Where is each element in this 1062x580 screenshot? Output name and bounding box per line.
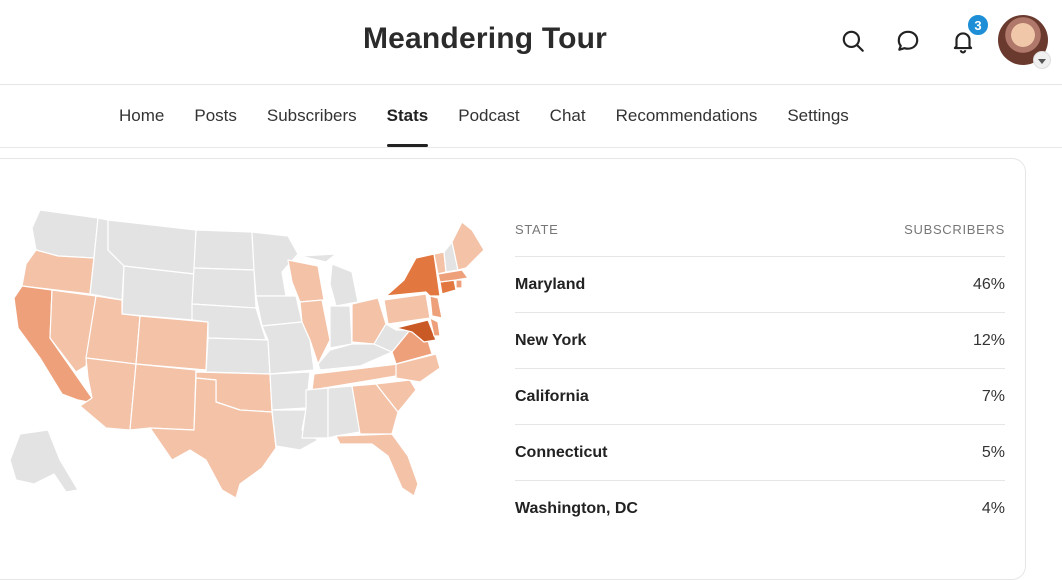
tab-chat[interactable]: Chat: [550, 85, 586, 147]
state-column-header: STATE: [515, 222, 559, 237]
subscribers-by-state-table: STATE SUBSCRIBERS Maryland 46% New York …: [515, 210, 1005, 536]
state-name: New York: [515, 331, 587, 349]
state-indiana[interactable]: [329, 305, 353, 349]
table-row[interactable]: California 7%: [515, 368, 1005, 424]
state-washington[interactable]: [31, 209, 99, 259]
table-row[interactable]: Connecticut 5%: [515, 424, 1005, 480]
subscriber-percentage: 46%: [972, 275, 1005, 293]
state-name: California: [515, 387, 589, 405]
tab-podcast[interactable]: Podcast: [458, 85, 519, 147]
publication-title[interactable]: Meandering Tour: [0, 22, 970, 56]
state-name: Maryland: [515, 275, 586, 293]
subscribers-column-header: SUBSCRIBERS: [904, 222, 1005, 237]
section-nav: Home Posts Subscribers Stats Podcast Cha…: [0, 85, 1062, 148]
subscriber-percentage: 12%: [972, 331, 1005, 349]
notification-badge: 3: [966, 13, 990, 37]
chat-button[interactable]: [893, 26, 923, 56]
state-rhode-island[interactable]: [455, 279, 463, 289]
us-subscriber-map: [9, 209, 485, 499]
state-florida[interactable]: [335, 433, 419, 497]
state-wyoming[interactable]: [121, 265, 195, 321]
state-maine[interactable]: [451, 221, 485, 271]
subscriber-percentage: 7%: [981, 387, 1005, 405]
table-row[interactable]: Maryland 46%: [515, 256, 1005, 312]
subscriber-percentage: 4%: [981, 499, 1005, 517]
search-icon: [842, 30, 864, 52]
table-row[interactable]: New York 12%: [515, 312, 1005, 368]
tab-home[interactable]: Home: [119, 85, 164, 147]
state-name: Washington, DC: [515, 499, 638, 517]
tab-stats[interactable]: Stats: [386, 85, 428, 147]
state-pennsylvania[interactable]: [383, 293, 431, 325]
state-alaska[interactable]: [9, 429, 79, 493]
state-new-york[interactable]: [385, 253, 441, 297]
state-new-mexico[interactable]: [129, 363, 197, 431]
tab-recommendations[interactable]: Recommendations: [616, 85, 758, 147]
state-name: Connecticut: [515, 443, 608, 461]
table-row[interactable]: Washington, DC 4%: [515, 480, 1005, 536]
state-north-dakota[interactable]: [193, 229, 255, 271]
chevron-down-icon[interactable]: [1033, 51, 1051, 69]
search-button[interactable]: [838, 26, 868, 56]
chat-bubble-icon: [897, 30, 919, 51]
nav-tabs: Home Posts Subscribers Stats Podcast Cha…: [119, 85, 879, 147]
state-colorado[interactable]: [135, 315, 209, 371]
tab-settings[interactable]: Settings: [787, 85, 848, 147]
state-kansas[interactable]: [205, 337, 271, 375]
state-south-dakota[interactable]: [191, 267, 257, 309]
tab-subscribers[interactable]: Subscribers: [267, 85, 357, 147]
subscriber-percentage: 5%: [981, 443, 1005, 461]
state-iowa[interactable]: [255, 295, 303, 327]
state-mississippi[interactable]: [301, 387, 329, 439]
state-new-jersey[interactable]: [429, 295, 443, 319]
tab-posts[interactable]: Posts: [194, 85, 237, 147]
table-header: STATE SUBSCRIBERS: [515, 210, 1005, 256]
top-bar: Meandering Tour 3: [0, 0, 1062, 85]
state-arkansas[interactable]: [269, 371, 311, 411]
